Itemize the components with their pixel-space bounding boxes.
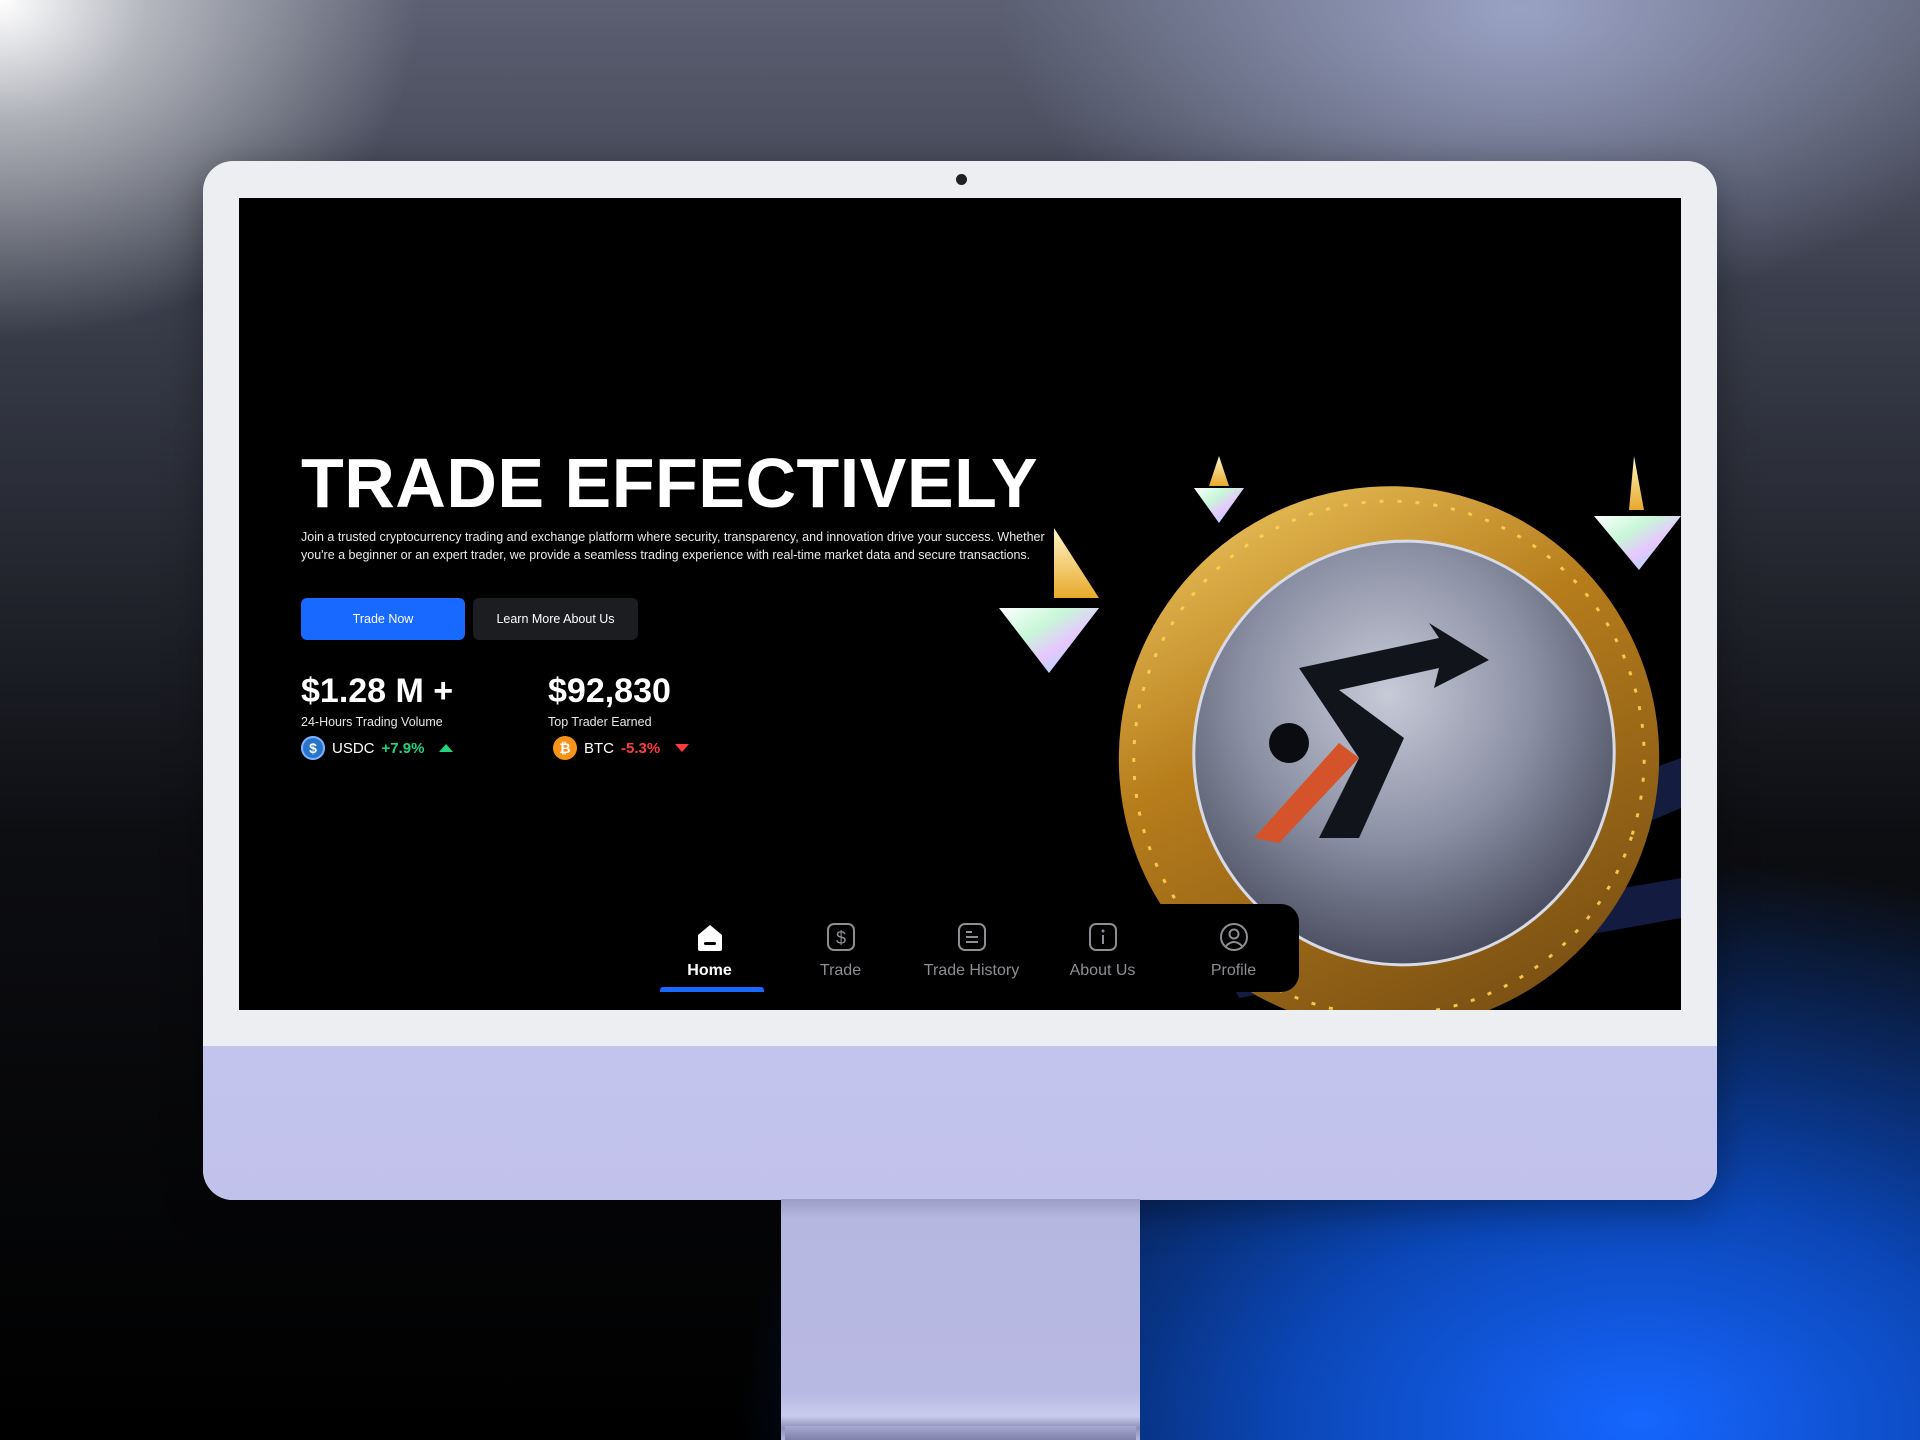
- bitcoin-icon: ₿: [553, 736, 577, 760]
- ticker-symbol: BTC: [584, 739, 614, 757]
- nav-item-profile[interactable]: Profile: [1168, 904, 1299, 992]
- nav-label: Home: [687, 962, 732, 979]
- camera-dot: [956, 174, 967, 185]
- nav-item-about-us[interactable]: About Us: [1037, 904, 1168, 992]
- screen: TRADE EFFECTIVELY Join a trusted cryptoc…: [239, 198, 1681, 1010]
- usdc-icon: $: [301, 736, 325, 760]
- stat-label: 24-Hours Trading Volume: [301, 715, 443, 729]
- stat-label: Top Trader Earned: [548, 715, 652, 729]
- stat-value: $92,830: [548, 672, 671, 710]
- imac-monitor: TRADE EFFECTIVELY Join a trusted cryptoc…: [203, 161, 1717, 1200]
- nav-item-trade-history[interactable]: Trade History: [906, 904, 1037, 992]
- nav-item-home[interactable]: Home: [644, 904, 775, 992]
- dollar-icon: $: [824, 920, 858, 954]
- nav-label: Trade History: [923, 962, 1020, 979]
- arrow-down-icon: [675, 744, 690, 752]
- trade-now-button[interactable]: Trade Now: [301, 598, 465, 640]
- arrow-up-icon: [439, 744, 454, 752]
- imac-stand: [781, 1199, 1140, 1440]
- bottom-nav: Home $ Trade Trade History About Us Prof…: [644, 904, 1299, 992]
- nav-label: About Us: [1069, 962, 1136, 979]
- learn-more-button[interactable]: Learn More About Us: [473, 598, 638, 640]
- user-icon: [1217, 920, 1251, 954]
- nav-label: Profile: [1210, 962, 1257, 979]
- ticker-symbol: USDC: [332, 739, 375, 757]
- trading-volume-stat: $1.28 M + 24-Hours Trading Volume $ USDC…: [301, 672, 454, 760]
- imac-chin: [203, 1046, 1717, 1200]
- hero-title: TRADE EFFECTIVELY: [301, 444, 1039, 522]
- active-indicator: [660, 987, 764, 992]
- nav-label: Trade: [819, 962, 862, 979]
- stat-value: $1.28 M +: [301, 672, 454, 710]
- hero-description: Join a trusted cryptocurrency trading an…: [301, 530, 1045, 562]
- ticker: $ USDC +7.9%: [301, 736, 454, 760]
- change-percent: -5.3%: [621, 739, 661, 757]
- top-trader-stat: $92,830 Top Trader Earned ₿ BTC -5.3%: [548, 672, 690, 760]
- home-icon: [693, 920, 727, 954]
- document-icon: [955, 920, 989, 954]
- info-icon: [1086, 920, 1120, 954]
- nav-item-trade[interactable]: $ Trade: [775, 904, 906, 992]
- svg-text:$: $: [835, 928, 845, 948]
- ticker: ₿ BTC -5.3%: [553, 736, 690, 760]
- change-percent: +7.9%: [381, 739, 425, 757]
